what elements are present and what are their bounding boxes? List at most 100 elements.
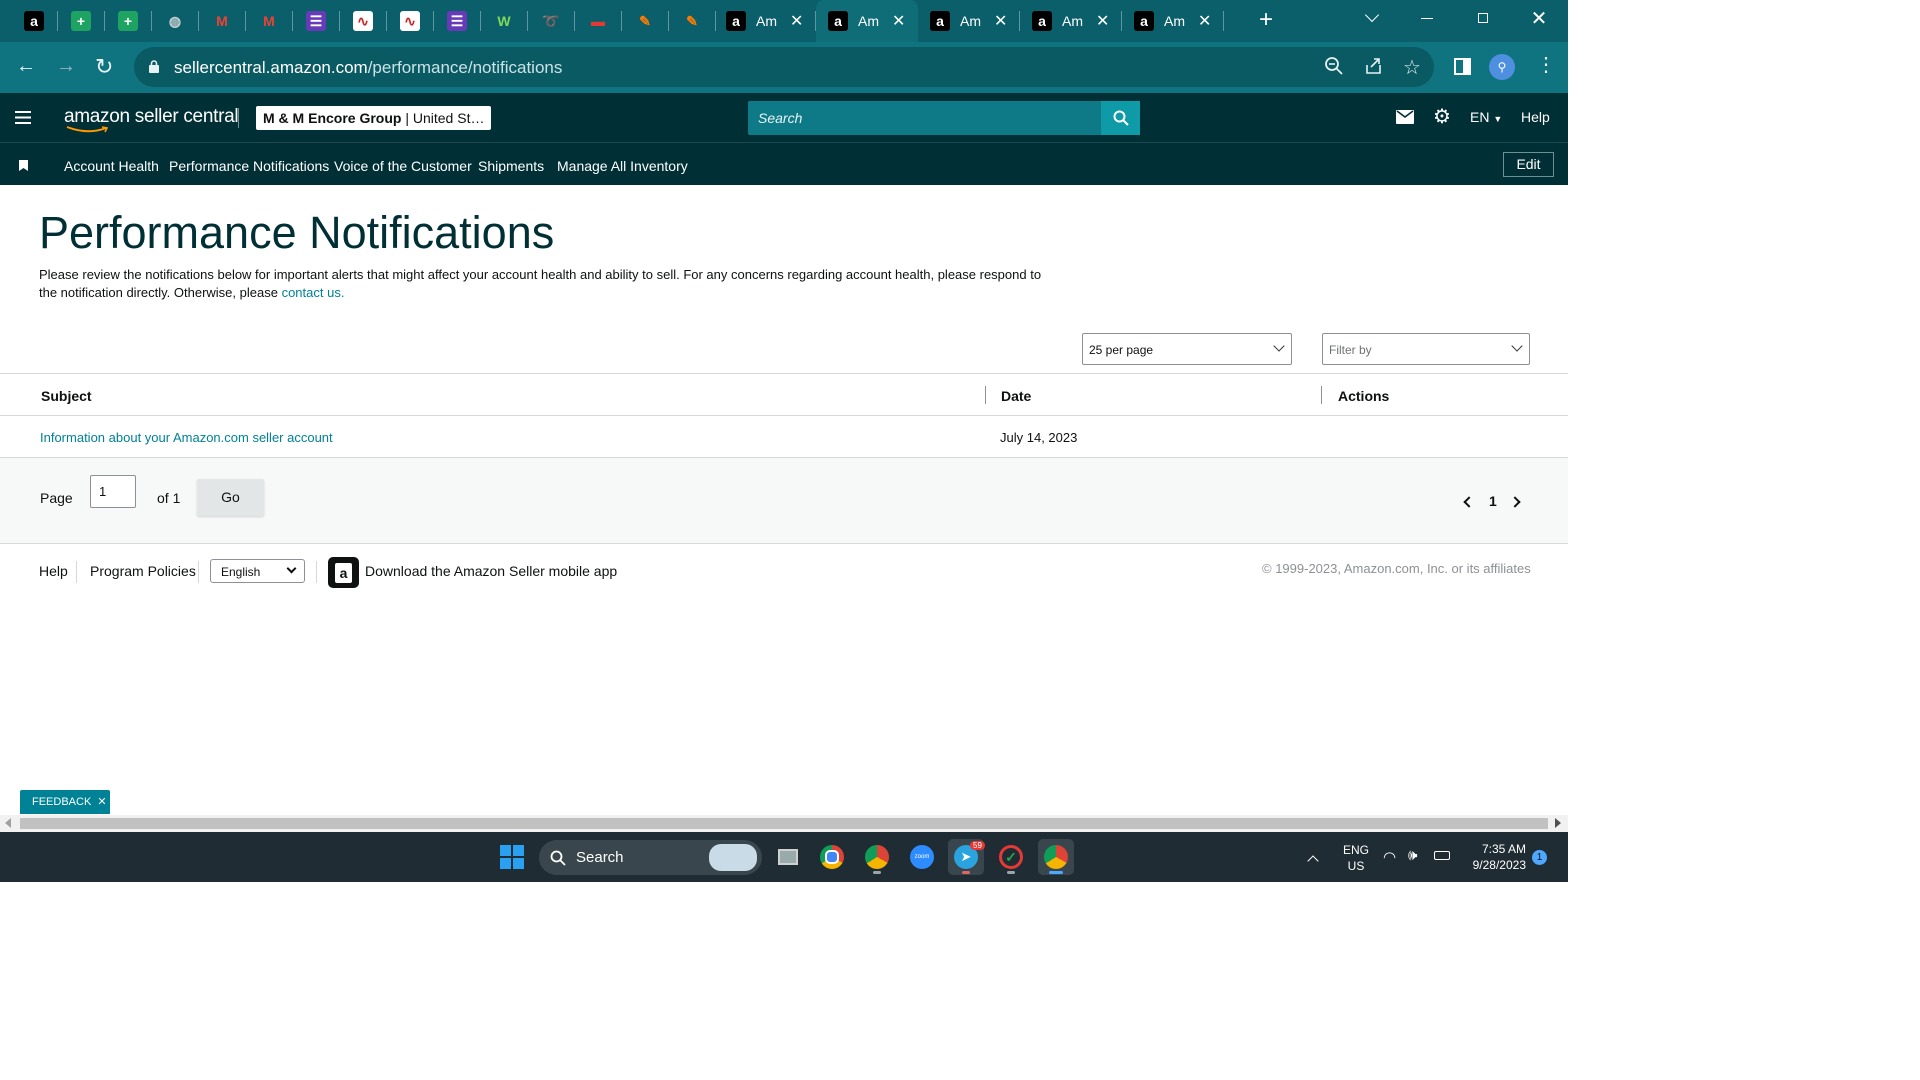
language-code: ENG (1342, 843, 1369, 857)
close-tab-icon[interactable]: ✕ (892, 11, 905, 31)
close-tab-icon[interactable]: ✕ (1096, 11, 1109, 31)
ticktick-app[interactable]: ✓ (993, 839, 1029, 875)
bookmarks-button[interactable] (19, 158, 28, 176)
browser-tab[interactable]: ▬ (575, 0, 622, 42)
go-button[interactable]: Go (197, 479, 264, 516)
nav-account-health[interactable]: Account Health (64, 158, 159, 174)
next-page-button[interactable] (1509, 493, 1521, 511)
address-bar[interactable]: sellercentral.amazon.com/performance/not… (134, 47, 1434, 87)
nav-shipments[interactable]: Shipments (478, 158, 544, 174)
nav-manage-inventory[interactable]: Manage All Inventory (557, 158, 688, 174)
chrome-profile-app[interactable] (859, 839, 895, 875)
chrome-app[interactable] (814, 839, 850, 875)
footer-language-select[interactable]: English (210, 559, 305, 583)
browser-tab[interactable]: + (58, 0, 105, 42)
language-selector[interactable]: EN ▼ (1470, 109, 1502, 125)
program-policies-link[interactable]: Program Policies (90, 563, 196, 579)
browser-tab[interactable]: ☰ (434, 0, 481, 42)
browser-tab[interactable]: a Am ✕ (1122, 0, 1224, 42)
notification-badge[interactable]: 1 (1532, 850, 1547, 865)
telegram-app[interactable]: ➤ 59 (948, 839, 985, 875)
chrome-active-app[interactable] (1038, 839, 1074, 875)
battery-icon[interactable] (1434, 851, 1450, 860)
download-app-link[interactable]: Download the Amazon Seller mobile app (365, 563, 617, 579)
search-box[interactable]: Search (748, 101, 1101, 135)
per-page-value: 25 per page (1089, 343, 1154, 357)
close-window-button[interactable]: ✕ (1511, 0, 1567, 36)
messages-button[interactable] (1396, 110, 1414, 129)
nav-voice-of-customer[interactable]: Voice of the Customer (334, 158, 472, 174)
scrollbar-thumb[interactable] (20, 818, 1548, 829)
prev-page-button[interactable] (1463, 493, 1475, 511)
clock[interactable]: 7:35 AM 9/28/2023 (1462, 841, 1526, 873)
horizontal-scrollbar[interactable] (0, 815, 1568, 832)
browser-tab[interactable]: ➰ (528, 0, 575, 42)
tab-search-button[interactable] (1344, 0, 1400, 36)
hamburger-menu-button[interactable] (15, 111, 31, 124)
minimize-button[interactable] (1399, 0, 1455, 36)
search-button[interactable] (1101, 101, 1140, 135)
profile-avatar[interactable]: ⚲ (1489, 54, 1515, 80)
zoom-button[interactable] (1324, 56, 1344, 81)
help-link[interactable]: Help (1521, 109, 1550, 125)
kebab-menu-icon: ⋮ (1536, 54, 1556, 76)
browser-tab[interactable]: ∿ (387, 0, 434, 42)
browser-tab[interactable]: a Am ✕ (816, 0, 918, 42)
side-panel-button[interactable] (1454, 58, 1471, 80)
notification-subject-link[interactable]: Information about your Amazon.com seller… (40, 430, 333, 445)
browser-tab[interactable]: a Am ✕ (918, 0, 1020, 42)
browser-tab[interactable]: W (481, 0, 528, 42)
close-icon[interactable]: ✕ (97, 796, 106, 808)
browser-tab[interactable]: ◍ (152, 0, 199, 42)
zoom-app[interactable]: zoom (904, 839, 940, 875)
browser-tab[interactable]: ✎ (622, 0, 669, 42)
contact-us-link[interactable]: contact us. (282, 285, 345, 300)
close-tab-icon[interactable]: ✕ (790, 11, 803, 31)
close-tab-icon[interactable]: ✕ (1198, 11, 1211, 31)
account-switcher[interactable]: M & M Encore Group | United St… (256, 106, 491, 130)
col-header-date[interactable]: Date (1001, 388, 1031, 404)
task-view-button[interactable] (770, 839, 806, 875)
new-tab-button[interactable]: + (1254, 8, 1278, 32)
edit-nav-button[interactable]: Edit (1503, 152, 1554, 177)
browser-tab[interactable]: + (105, 0, 152, 42)
seller-app-icon[interactable]: a (328, 557, 359, 588)
browser-tab[interactable]: a Am ✕ (1020, 0, 1122, 42)
current-page-number[interactable]: 1 (1489, 493, 1497, 509)
scroll-right-arrow-icon[interactable] (1555, 818, 1561, 828)
reload-button[interactable]: ↻ (95, 54, 113, 80)
browser-tab[interactable]: ✎ (669, 0, 716, 42)
col-header-subject[interactable]: Subject (41, 388, 92, 404)
browser-tab[interactable]: ☰ (293, 0, 340, 42)
back-button[interactable]: ← (16, 55, 36, 78)
browser-tab[interactable]: ∿ (340, 0, 387, 42)
browser-tab[interactable]: M (199, 0, 246, 42)
running-indicator (873, 871, 881, 874)
browser-tab[interactable]: a (11, 0, 58, 42)
wifi-icon[interactable]: ◠ (1383, 848, 1396, 866)
filter-select[interactable]: Filter by (1322, 333, 1530, 365)
browser-tab[interactable]: M (246, 0, 293, 42)
restore-button[interactable] (1455, 0, 1511, 36)
forward-button[interactable]: → (56, 55, 76, 78)
show-hidden-icons-button[interactable] (1307, 852, 1319, 870)
scroll-left-arrow-icon[interactable] (5, 818, 11, 828)
start-button[interactable] (494, 839, 530, 875)
feedback-button[interactable]: FEEDBACK ✕ (20, 790, 110, 814)
list-icon: ☰ (306, 11, 326, 31)
seller-central-logo[interactable]: amazon seller central (64, 106, 239, 133)
footer-help-link[interactable]: Help (39, 563, 68, 579)
input-language-indicator[interactable]: ENG US (1342, 842, 1370, 874)
close-tab-icon[interactable]: ✕ (994, 11, 1007, 31)
page-number-input[interactable]: 1 (90, 475, 136, 508)
bookmark-star-button[interactable]: ☆ (1403, 55, 1421, 80)
browser-tab[interactable]: a Am ✕ (714, 0, 816, 42)
volume-icon[interactable]: 🕪 (1408, 847, 1417, 864)
menu-button[interactable]: ⋮ (1536, 55, 1556, 75)
footer-language-value: English (221, 565, 261, 579)
share-button[interactable] (1364, 56, 1384, 81)
taskbar-search-box[interactable]: Search (539, 840, 762, 875)
nav-performance-notifications[interactable]: Performance Notifications (169, 158, 329, 174)
per-page-select[interactable]: 25 per page (1082, 333, 1292, 365)
settings-button[interactable]: ⚙ (1433, 107, 1451, 127)
